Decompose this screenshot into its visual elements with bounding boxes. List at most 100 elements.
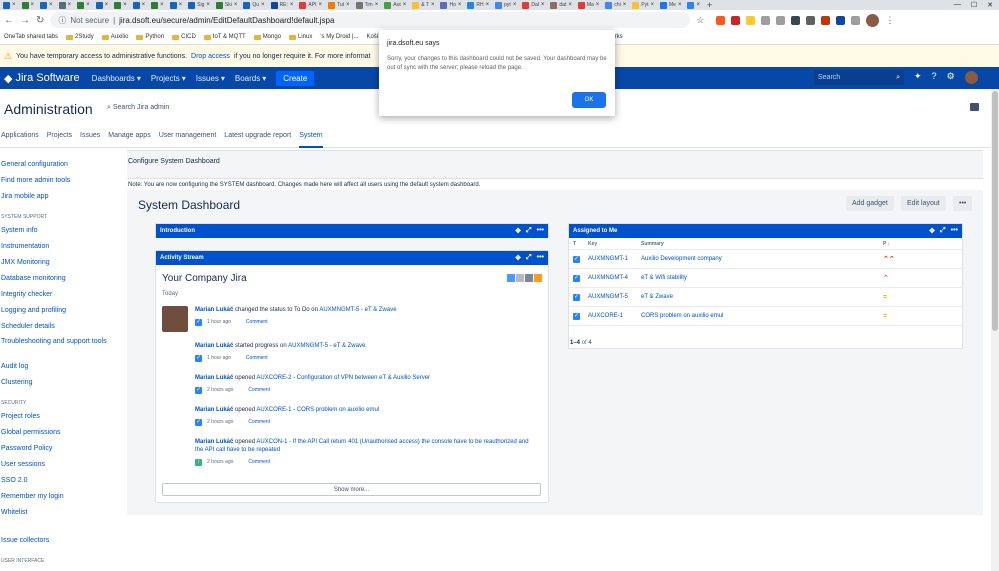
activity-user-link[interactable]: Marian Lukáč — [195, 375, 233, 381]
tab-close-icon[interactable]: × — [179, 2, 183, 8]
settings-gear-icon[interactable]: ⚙ — [947, 71, 955, 84]
browser-tab[interactable]: Qu × — [240, 0, 267, 10]
back-icon[interactable]: ← — [4, 15, 14, 26]
browser-tab[interactable]: Tut × — [325, 0, 353, 10]
sidebar-item-whitelist[interactable]: Whitelist — [1, 506, 116, 522]
tab-projects[interactable]: Projects — [47, 130, 72, 147]
browser-tab[interactable]: Pyt × — [629, 0, 657, 10]
move-icon[interactable]: ✥ — [929, 227, 935, 235]
tab-close-icon[interactable]: × — [318, 2, 322, 8]
issue-summary-link[interactable]: CORS problem on auxilio emul — [641, 313, 883, 319]
tab-close-icon[interactable]: × — [623, 2, 627, 8]
extension-icon[interactable] — [821, 15, 831, 25]
browser-tab[interactable]: chi × — [602, 0, 629, 10]
nav-menu-dashboards[interactable]: Dashboards ▾ — [92, 74, 141, 83]
nav-menu-projects[interactable]: Projects ▾ — [151, 74, 186, 83]
tab-latest-upgrade-report[interactable]: Latest upgrade report — [224, 130, 291, 147]
page-scrollbar[interactable] — [991, 89, 999, 571]
address-bar[interactable]: ⓘ Not secure | jira.dsoft.eu/secure/admi… — [50, 12, 691, 28]
nav-menu-boards[interactable]: Boards ▾ — [235, 74, 266, 83]
sidebar-item-general-configuration[interactable]: General configuration — [1, 158, 116, 174]
edit-layout-button[interactable]: Edit layout — [901, 196, 946, 211]
browser-tab[interactable]: Dal × — [519, 0, 547, 10]
browser-tab[interactable]: API × — [296, 0, 325, 10]
bookmark-item[interactable]: CICD — [172, 34, 196, 40]
col-summary[interactable]: Summary — [641, 241, 883, 247]
extension-icon[interactable] — [806, 15, 816, 25]
feedback-icon[interactable] — [970, 103, 979, 111]
sidebar-item-database-monitoring[interactable]: Database monitoring — [1, 272, 116, 288]
move-icon[interactable]: ✥ — [515, 254, 521, 262]
browser-tab[interactable]: × — [167, 0, 186, 10]
close-window-icon[interactable]: ✕ — [987, 1, 993, 9]
jira-search-input[interactable]: Search ⌕ — [814, 70, 904, 85]
tab-close-icon[interactable]: × — [49, 2, 53, 8]
sidebar-item-instrumentation[interactable]: Instrumentation — [1, 240, 116, 256]
sidebar-item-find-more-admin-tools[interactable]: Find more admin tools — [1, 174, 116, 190]
issue-key-link[interactable]: AUXMNGMT-1 — [588, 256, 641, 262]
browser-tab[interactable]: Ski × — [213, 0, 240, 10]
issue-summary-link[interactable]: eT & Wifi stability — [641, 275, 883, 281]
tab-close-icon[interactable]: × — [261, 2, 265, 8]
tab-close-icon[interactable]: × — [346, 2, 350, 8]
tab-user-management[interactable]: User management — [159, 130, 217, 147]
comment-link[interactable]: Comment — [248, 386, 270, 394]
more-actions-button[interactable]: ••• — [953, 196, 973, 211]
tab-system[interactable]: System — [299, 130, 323, 148]
tab-close-icon[interactable]: × — [12, 2, 16, 8]
browser-tab[interactable]: Sig × — [185, 0, 213, 10]
maximize-icon[interactable]: ⤢ — [526, 254, 532, 262]
bookmark-item[interactable]: Python — [136, 34, 164, 40]
browser-tab[interactable]: × — [93, 0, 112, 10]
browser-tab[interactable]: Aut × — [381, 0, 409, 10]
tab-close-icon[interactable]: × — [513, 2, 517, 8]
browser-tab[interactable]: × — [19, 0, 38, 10]
tab-close-icon[interactable]: × — [696, 2, 700, 8]
browser-tab[interactable]: × — [0, 0, 19, 10]
sidebar-item-jira-mobile-app[interactable]: Jira mobile app — [1, 190, 116, 206]
bookmark-item[interactable]: IoT & MQTT — [203, 34, 246, 40]
activity-issue-link[interactable]: AUXCORE-1 - CORS problem on auxilio emul — [256, 407, 379, 413]
tab-close-icon[interactable]: × — [105, 2, 109, 8]
issue-key-link[interactable]: AUXMNGMT-4 — [588, 275, 641, 281]
maximize-icon[interactable]: ⤢ — [940, 227, 946, 235]
sidebar-item-project-roles[interactable]: Project roles — [1, 410, 116, 426]
extension-icon[interactable] — [761, 15, 771, 25]
nav-menu-issues[interactable]: Issues ▾ — [196, 74, 225, 83]
col-key[interactable]: Key — [588, 241, 641, 247]
tab-close-icon[interactable]: × — [375, 2, 379, 8]
col-type[interactable]: T — [569, 241, 588, 247]
sidebar-item-user-sessions[interactable]: User sessions — [1, 458, 116, 474]
issue-key-link[interactable]: AUXCORE-1 — [588, 313, 641, 319]
show-more-button[interactable]: Show more... — [162, 483, 541, 496]
user-avatar[interactable] — [964, 71, 978, 84]
gadget-menu-icon[interactable]: ••• — [537, 254, 544, 262]
bookmark-item[interactable]: OneTab shared tabs — [4, 34, 58, 40]
activity-user-link[interactable]: Marian Lukáč — [195, 439, 233, 445]
tab-applications[interactable]: Applications — [1, 130, 39, 147]
sidebar-item-issue-collectors[interactable]: Issue collectors — [1, 534, 116, 550]
gadget-header[interactable]: Activity Stream ✥ ⤢ ••• — [156, 251, 548, 265]
tab-close-icon[interactable]: × — [206, 2, 210, 8]
browser-tab[interactable]: Ma × — [575, 0, 602, 10]
extension-icon[interactable] — [836, 15, 846, 25]
extension-icon[interactable] — [851, 15, 861, 25]
drop-access-link[interactable]: Drop access — [191, 53, 230, 60]
extension-icon[interactable] — [746, 15, 756, 25]
rss-icon[interactable] — [534, 274, 542, 282]
bookmark-star-icon[interactable]: ☆ — [696, 15, 704, 26]
info-icon[interactable]: ⓘ — [58, 15, 66, 26]
url-text[interactable]: jira.dsoft.eu/secure/admin/EditDefaultDa… — [119, 16, 334, 25]
comment-link[interactable]: Comment — [248, 418, 270, 426]
sidebar-item-remember-my-login[interactable]: Remember my login — [1, 490, 116, 506]
sidebar-item-global-permissions[interactable]: Global permissions — [1, 426, 116, 442]
tab-close-icon[interactable]: × — [290, 2, 294, 8]
browser-tab[interactable]: × — [74, 0, 93, 10]
list-view-icon[interactable] — [507, 274, 515, 282]
tab-close-icon[interactable]: × — [650, 2, 654, 8]
forward-icon[interactable]: → — [20, 15, 30, 26]
browser-tab[interactable]: × — [684, 0, 703, 10]
gadget-menu-icon[interactable]: ••• — [951, 227, 958, 235]
gadget-header[interactable]: Assigned to Me ✥ ⤢ ••• — [569, 224, 962, 238]
browser-tab[interactable]: Tim × — [353, 0, 382, 10]
